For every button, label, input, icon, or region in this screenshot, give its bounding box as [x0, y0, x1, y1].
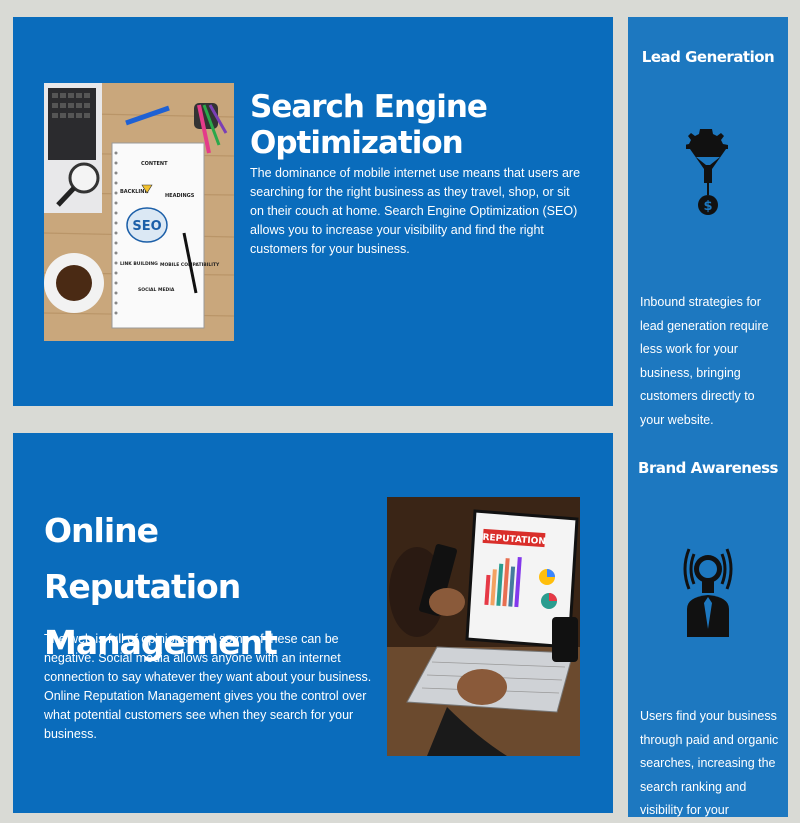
svg-text:$: $: [703, 199, 712, 214]
seo-word-headings: HEADINGS: [165, 193, 195, 199]
seo-word-social: SOCIAL MEDIA: [138, 287, 175, 293]
funnel-gear-dollar-icon: $: [684, 127, 730, 232]
seo-title: Search Engine Optimization: [250, 89, 488, 161]
seo-description: The dominance of mobile internet use mea…: [250, 166, 581, 256]
sidebar-panel: Lead Generation $ Inbound strategies for…: [628, 17, 788, 817]
orm-image: REPUTATION: [387, 497, 580, 756]
lightbulb-person-icon: [681, 537, 735, 642]
seo-image: CONTENT BACKLINK HEADINGS SEO LINK BUILD…: [44, 83, 234, 341]
seo-word-content: CONTENT: [141, 161, 168, 167]
lead-generation-heading: Lead Generation: [641, 48, 775, 66]
orm-description: The web is full of opinions, and some of…: [44, 632, 372, 741]
brand-awareness-heading: Brand Awareness: [638, 459, 778, 477]
orm-panel: Online Reputation Management The web is …: [13, 433, 613, 813]
brand-awareness-text: Users find your business through paid an…: [640, 709, 779, 817]
seo-word-link-building: LINK BUILDING: [120, 261, 158, 267]
seo-panel: CONTENT BACKLINK HEADINGS SEO LINK BUILD…: [13, 17, 613, 406]
lead-generation-text: Inbound strategies for lead generation r…: [640, 295, 769, 427]
seo-word-seo: SEO: [132, 219, 161, 234]
